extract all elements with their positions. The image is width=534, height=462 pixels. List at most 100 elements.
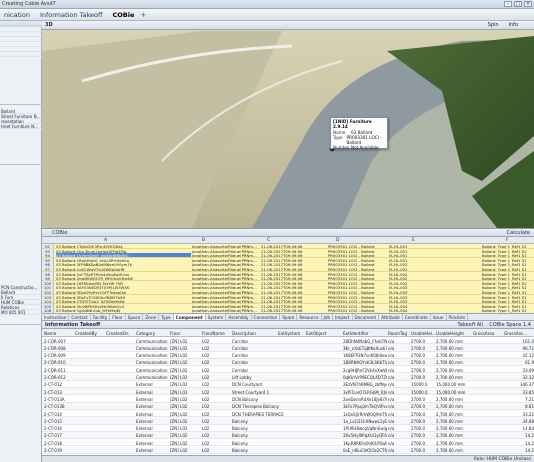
- 3d-scene[interactable]: [42, 21, 534, 228]
- takeoff-column-2[interactable]: CreatedOn: [106, 331, 129, 336]
- table-row[interactable]: 2-CT-016 External [ZN] L02 L02 Balcony 1PU9U8…: [42, 425, 534, 432]
- cell-uh: 2700.0: [411, 396, 425, 402]
- cell-floor: [ZN] L02: [170, 426, 188, 432]
- sheet-tab-contact[interactable]: Contact: [69, 314, 91, 320]
- takeoff-column-5[interactable]: FloorName: [202, 331, 225, 336]
- cell-ext: 1zQxSjIrRmW0Q9mTNiK: [343, 411, 387, 417]
- calculate-button[interactable]: Calculate: [507, 230, 530, 236]
- cell-uh2: 15,000.00 mm: [436, 382, 466, 388]
- takeoff-column-8[interactable]: ExtObject: [306, 331, 326, 336]
- takeoff-column-0[interactable]: Name: [44, 331, 56, 336]
- tab-cobie[interactable]: COBie: [113, 11, 135, 19]
- sheet-tab-spare[interactable]: Spare: [280, 314, 298, 320]
- takeoff-column-3[interactable]: Category: [136, 331, 155, 336]
- sheet-tab-assembly[interactable]: Assembly: [226, 314, 252, 320]
- tooltip-row: Type PR003301 LOCI - Bollard: [333, 135, 385, 145]
- sheet-tab-system[interactable]: System: [206, 314, 227, 320]
- sheet-tab-issue[interactable]: Issue: [431, 314, 447, 320]
- sheet-tab-resource[interactable]: Resource: [297, 314, 322, 320]
- maximize-icon[interactable]: □: [514, 1, 522, 7]
- 3d-viewport[interactable]: 3D Spin Info [1NID] Furniture 2.9.14 Nam…: [42, 21, 534, 228]
- takeoff-column-4[interactable]: Floor: [170, 331, 180, 336]
- table-row[interactable]: 2-CT-013 External [ZN] L02 L02 Street Courty…: [42, 388, 534, 396]
- column-header-b[interactable]: B: [202, 238, 205, 243]
- cell-name: 2-CT-012: [44, 382, 62, 388]
- space-filter-select[interactable]: COBie Space 1.4: [489, 322, 531, 328]
- takeoff-column-10[interactable]: RoomTag: [388, 331, 407, 336]
- sheet-tab-type[interactable]: Type: [159, 314, 174, 320]
- minimize-icon[interactable]: –: [504, 1, 512, 7]
- takeoff-column-11[interactable]: UsableHei...: [411, 331, 436, 336]
- table-row[interactable]: 2-CT-014 External [ZN] L02 L02 DCN THERAPIES…: [42, 410, 534, 418]
- sheet-tab-space[interactable]: Space: [126, 314, 144, 320]
- table-row[interactable]: 2-COR-011 Communication [ZN] L02 L02 Corrido…: [42, 366, 534, 374]
- cell-cat: External: [136, 411, 153, 417]
- tree-item-street-furniture-2[interactable]: treet Furniture N...: [0, 124, 42, 129]
- takeoff-column-1[interactable]: CreatedBy: [75, 331, 97, 336]
- sheet-tab-instruction[interactable]: Instruction: [42, 314, 70, 320]
- tab-communication[interactable]: nication: [4, 11, 30, 19]
- takeoff-column-7[interactable]: ExtSystem: [278, 331, 300, 336]
- table-row[interactable]: 2-COR-010 Communication [ZN] L02 L02 Corrido…: [42, 358, 534, 367]
- cell-cat: External: [136, 389, 153, 395]
- cell-floor: [ZN] L02: [170, 411, 188, 417]
- close-icon[interactable]: ×: [524, 1, 532, 7]
- cell-uh: 2700.0: [411, 411, 425, 417]
- info-button[interactable]: Info: [509, 22, 518, 28]
- table-row[interactable]: 2-COR-009 Communication [ZN] L02 L02 Corrido…: [42, 352, 534, 359]
- cell-tag: n/a: [388, 448, 395, 453]
- spin-button[interactable]: Spin: [488, 22, 499, 28]
- sheet-tab-zone[interactable]: Zone: [143, 314, 160, 320]
- information-takeoff-panel: Information Takeoff Takeoff All COBie Sp…: [42, 321, 534, 462]
- sheet-tab-impact[interactable]: Impact: [333, 314, 353, 320]
- tab-information-takeoff[interactable]: Information Takeoff: [40, 11, 103, 19]
- cell-cat: External: [136, 404, 153, 410]
- table-row[interactable]: 2-CT-018 External [ZN] L02 L02 Balcony 1KpR8R…: [42, 439, 534, 447]
- table-row[interactable]: 2-CT-017 External [ZN] L02 L02 Balcony 3Xx5Hy…: [42, 431, 534, 440]
- column-header-c[interactable]: C: [267, 238, 270, 243]
- sheet-tab-document[interactable]: Document: [353, 314, 380, 320]
- table-row[interactable]: 2-CT-012 External [ZN] L02 L02 DCN Courtyard…: [42, 381, 534, 389]
- column-header-e[interactable]: E: [412, 238, 415, 243]
- column-header-f[interactable]: F: [506, 238, 509, 243]
- prop-item[interactable]: MO 005 001: [0, 310, 42, 315]
- takeoff-column-14[interactable]: GrossAre...: [504, 331, 527, 336]
- sheet-tab-coordinate[interactable]: Coordinate: [403, 314, 431, 320]
- column-header-d[interactable]: D: [336, 238, 339, 243]
- cell-uh2: 2,700.00 mm: [436, 404, 463, 410]
- sheet-tab-picklists[interactable]: Picklists: [447, 314, 469, 320]
- column-header-a[interactable]: A: [104, 238, 107, 243]
- sheet-tab-floor[interactable]: Floor: [110, 314, 126, 320]
- cell-fname: L02: [202, 433, 210, 439]
- cell-desc: Balcony: [232, 418, 248, 424]
- takeoff-column-13[interactable]: GrossArea: [473, 331, 494, 336]
- table-row[interactable]: 2-COR-007 Communication [ZN] L02 L02 Corrido…: [42, 337, 534, 345]
- add-tab-button[interactable]: +: [140, 11, 146, 19]
- cell-cat: Communication: [136, 367, 168, 373]
- sheet-tab-connection[interactable]: Connection: [252, 314, 281, 320]
- table-row[interactable]: 2-COR-012 Communication [ZN] L02 L02 Lift Lo…: [42, 373, 534, 381]
- sheet-tab-component[interactable]: Component: [173, 314, 206, 320]
- cell-cat: Communication: [136, 375, 168, 380]
- cell-tag: n/a: [388, 404, 395, 410]
- cell-name: 2-COR-010: [44, 360, 66, 366]
- table-row[interactable]: 2-CT-013B External [ZN] L02 L02 DCN Therapie…: [42, 402, 534, 410]
- table-row[interactable]: 2-CT-015 External [ZN] L02 L02 Balcony 1a_Ls2…: [42, 417, 534, 425]
- takeoff-all-button[interactable]: Takeoff All: [458, 322, 483, 328]
- cell-name: 2-CT-019: [44, 448, 62, 453]
- table-row[interactable]: 2-CT-019 External [ZN] L02 L02 Balcony 0sE_n6…: [42, 446, 534, 454]
- takeoff-column-12[interactable]: UsableHeight: [436, 331, 464, 336]
- cell-ext: 1a_Ls2i21hXNwwc2yD1Ms: [343, 418, 387, 424]
- cell-ext: 3Xx5HyI0PqXUi3yQF6uMo: [343, 433, 387, 439]
- cell-uh: 15000.0: [411, 389, 428, 395]
- sheet-tab-facility[interactable]: Facility: [91, 314, 111, 320]
- sheet-tab-attribute[interactable]: Attribute: [379, 314, 403, 320]
- cell-cat: External: [136, 433, 153, 439]
- table-row[interactable]: 2-COR-008 Communication [ZN] L02 L02 Corrido…: [42, 344, 534, 352]
- list-item[interactable]: [0, 52, 42, 57]
- cell-fname: L02: [202, 353, 210, 359]
- takeoff-column-6[interactable]: Description: [232, 331, 256, 336]
- sheet-tab-job[interactable]: Job: [322, 314, 334, 320]
- takeoff-column-9[interactable]: ExtIdentifier: [343, 331, 369, 336]
- table-row[interactable]: 2-CT-013A External [ZN] L02 L02 DCN Balcony 2…: [42, 395, 534, 403]
